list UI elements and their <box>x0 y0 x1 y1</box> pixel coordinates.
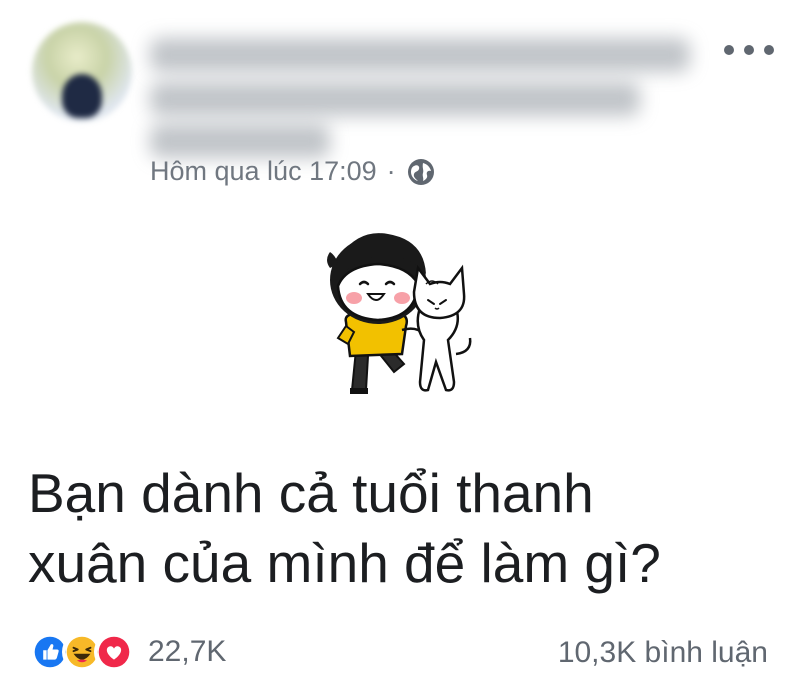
blurred-post-header-line <box>150 124 330 158</box>
reactions-summary[interactable]: 22,7K <box>30 632 226 672</box>
post-text: Bạn dành cả tuổi thanh xuân của mình để … <box>28 458 768 598</box>
globe-icon[interactable] <box>406 157 436 187</box>
dot-icon <box>724 45 734 55</box>
love-icon <box>94 632 134 672</box>
dot-icon <box>764 45 774 55</box>
dot-icon <box>744 45 754 55</box>
comment-count-link[interactable]: 10,3K bình luận <box>558 636 768 670</box>
post-text-line-2: xuân của mình để làm gì? <box>28 532 661 594</box>
more-options-button[interactable] <box>724 40 774 60</box>
facebook-post: Hôm qua lúc 17:09 · Bạn dành cả tuổi tha… <box>0 0 800 698</box>
post-timestamp[interactable]: Hôm qua lúc 17:09 <box>150 156 377 187</box>
avatar-figure <box>62 74 102 118</box>
meta-separator: · <box>386 156 396 186</box>
reaction-count: 22,7K <box>148 635 227 668</box>
profile-avatar[interactable] <box>32 22 132 122</box>
girl-cat-sticker[interactable] <box>316 222 486 402</box>
post-text-line-1: Bạn dành cả tuổi thanh <box>28 462 594 524</box>
blurred-post-header-line <box>150 82 640 116</box>
blurred-author-name[interactable] <box>150 38 690 72</box>
post-meta: Hôm qua lúc 17:09 · <box>150 156 436 187</box>
